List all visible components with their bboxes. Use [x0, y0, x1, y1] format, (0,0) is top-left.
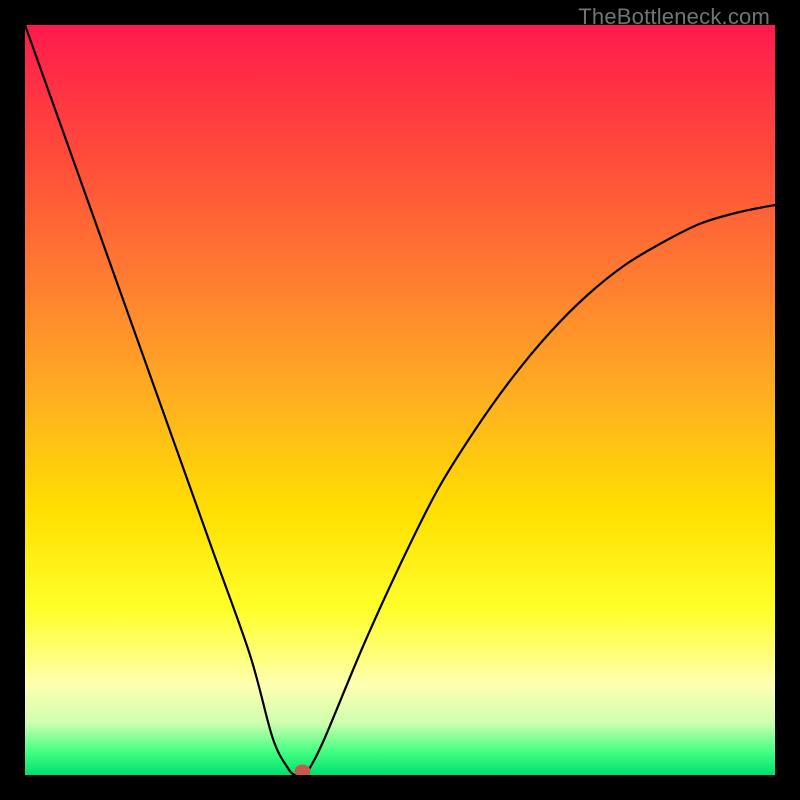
bottleneck-curve-path [25, 25, 775, 775]
bottleneck-chart [25, 25, 775, 775]
minimum-marker [295, 765, 311, 776]
